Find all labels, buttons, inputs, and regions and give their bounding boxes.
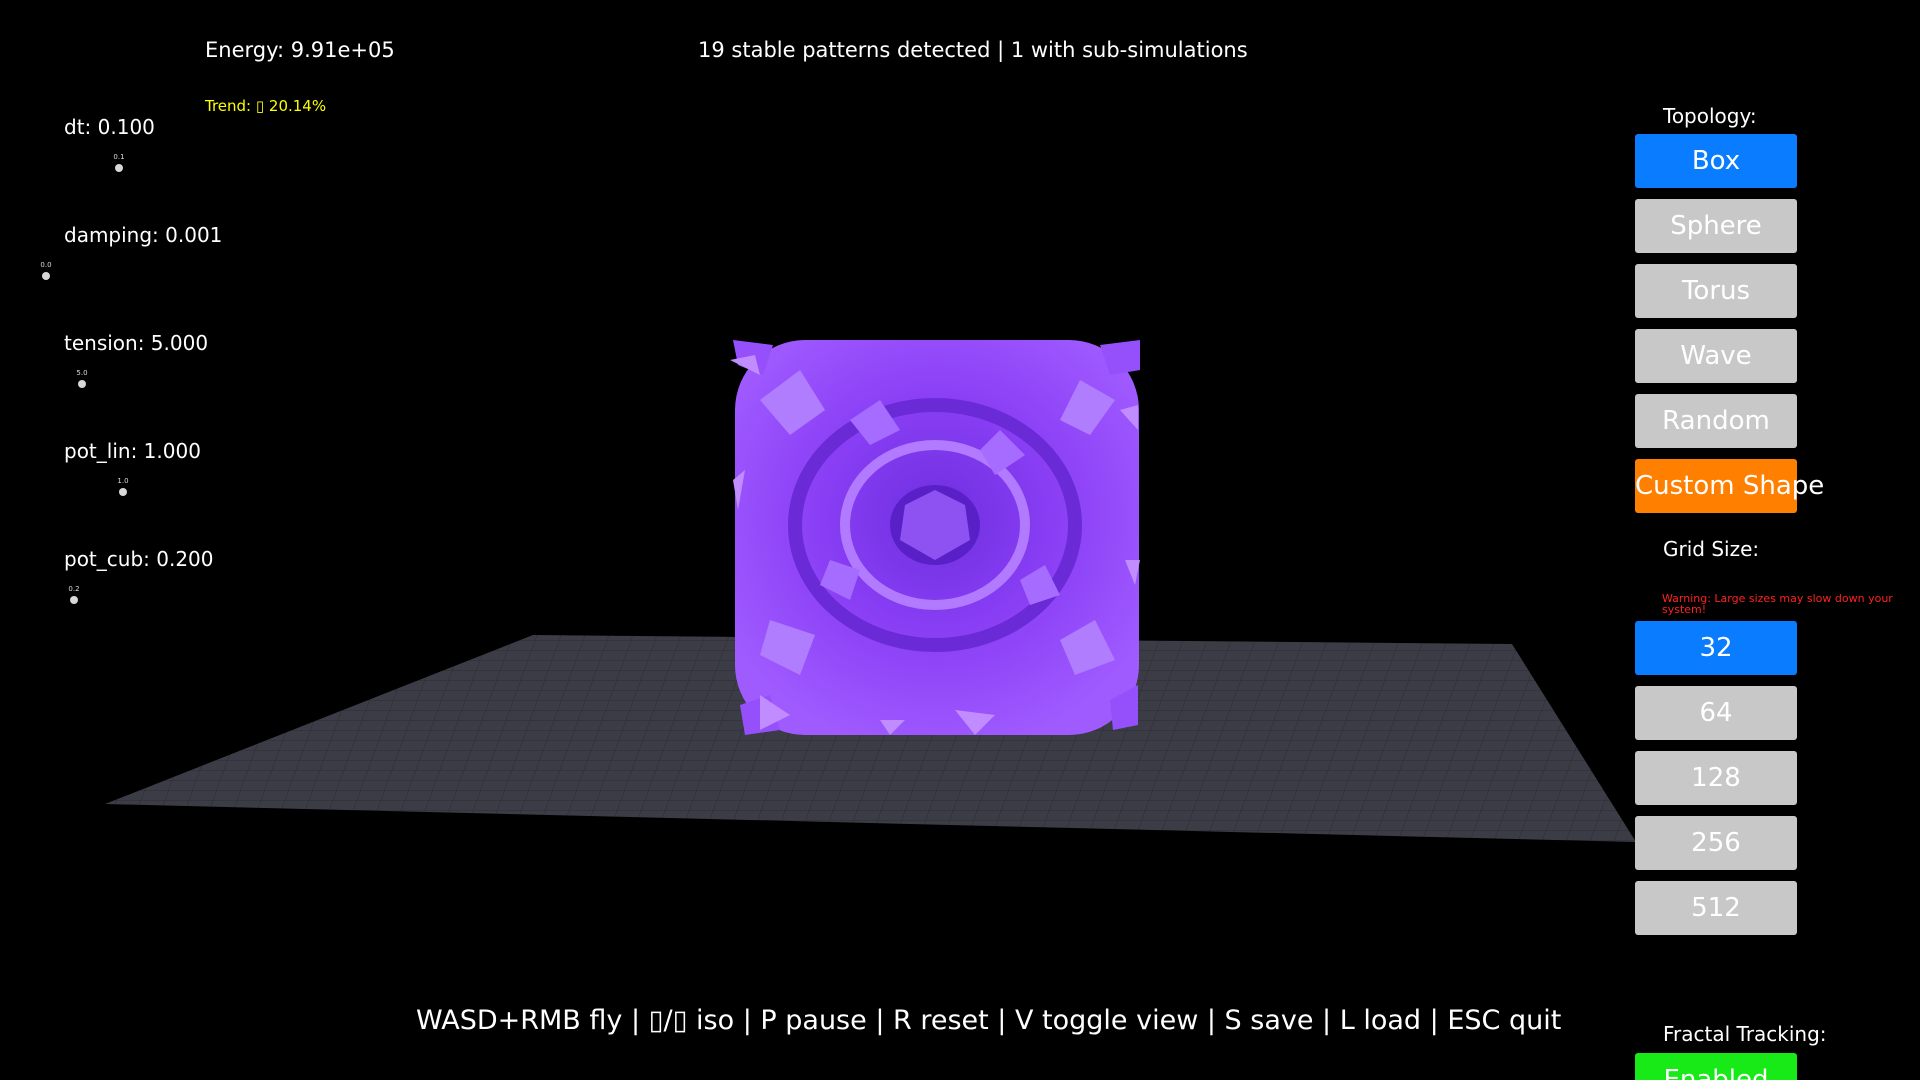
controls-help: WASD+RMB fly | ▯/▯ iso | P pause | R res… (416, 1005, 1562, 1036)
fractal-tracking-toggle[interactable]: Enabled (1635, 1053, 1797, 1080)
param-damping-slider[interactable]: 0.0 (34, 261, 58, 285)
param-tension-slider[interactable]: 5.0 (70, 369, 94, 393)
topology-wave-button[interactable]: Wave (1635, 329, 1797, 383)
param-damping-knob-value: 0.0 (40, 261, 52, 269)
grid-size-128-button[interactable]: 128 (1635, 751, 1797, 805)
param-dt-slider[interactable]: 0.1 (107, 153, 131, 177)
param-tension-knob-value: 5.0 (76, 369, 88, 377)
slider-knob[interactable] (42, 272, 50, 280)
topology-torus-button[interactable]: Torus (1635, 264, 1797, 318)
param-damping-label: damping: 0.001 (64, 223, 223, 247)
grid-size-warning: Warning: Large sizes may slow down your … (1662, 592, 1893, 616)
slider-knob[interactable] (119, 488, 127, 496)
param-pot-cub-knob-value: 0.2 (68, 585, 80, 593)
param-pot-lin-label: pot_lin: 1.000 (64, 439, 201, 463)
param-dt-knob-value: 0.1 (113, 153, 125, 161)
param-pot-lin-slider[interactable]: 1.0 (111, 477, 135, 501)
energy-readout: Energy: 9.91e+05 (205, 38, 395, 62)
grid-size-64-button[interactable]: 64 (1635, 686, 1797, 740)
topology-box-button[interactable]: Box (1635, 134, 1797, 188)
param-pot-lin: pot_lin: 1.000 1.0 (64, 439, 324, 539)
topology-label: Topology: (1663, 104, 1757, 128)
param-tension: tension: 5.000 5.0 (64, 331, 324, 431)
fractal-tracking-label: Fractal Tracking: (1663, 1022, 1827, 1046)
topology-random-button[interactable]: Random (1635, 394, 1797, 448)
grid-size-32-button[interactable]: 32 (1635, 621, 1797, 675)
grid-size-256-button[interactable]: 256 (1635, 816, 1797, 870)
param-pot-cub-label: pot_cub: 0.200 (64, 547, 214, 571)
topology-sphere-button[interactable]: Sphere (1635, 199, 1797, 253)
trend-readout: Trend: ▯ 20.14% (205, 97, 327, 115)
simulation-app: Energy: 9.91e+05 Trend: ▯ 20.14% 19 stab… (0, 0, 1920, 1080)
param-pot-lin-knob-value: 1.0 (117, 477, 129, 485)
param-dt: dt: 0.100 0.1 (64, 115, 324, 215)
grid-size-512-button[interactable]: 512 (1635, 881, 1797, 935)
slider-knob[interactable] (78, 380, 86, 388)
topology-custom-shape-button[interactable]: Custom Shape (1635, 459, 1824, 513)
slider-knob[interactable] (115, 164, 123, 172)
param-damping: damping: 0.001 0.0 (40, 223, 324, 323)
param-tension-label: tension: 5.000 (64, 331, 209, 355)
param-pot-cub: pot_cub: 0.200 0.2 (64, 547, 324, 647)
slider-knob[interactable] (70, 596, 78, 604)
param-pot-cub-slider[interactable]: 0.2 (62, 585, 86, 609)
param-dt-label: dt: 0.100 (64, 115, 155, 139)
field-isosurface (730, 340, 1140, 735)
pattern-status: 19 stable patterns detected | 1 with sub… (698, 38, 1248, 62)
grid-size-label: Grid Size: (1663, 537, 1760, 561)
